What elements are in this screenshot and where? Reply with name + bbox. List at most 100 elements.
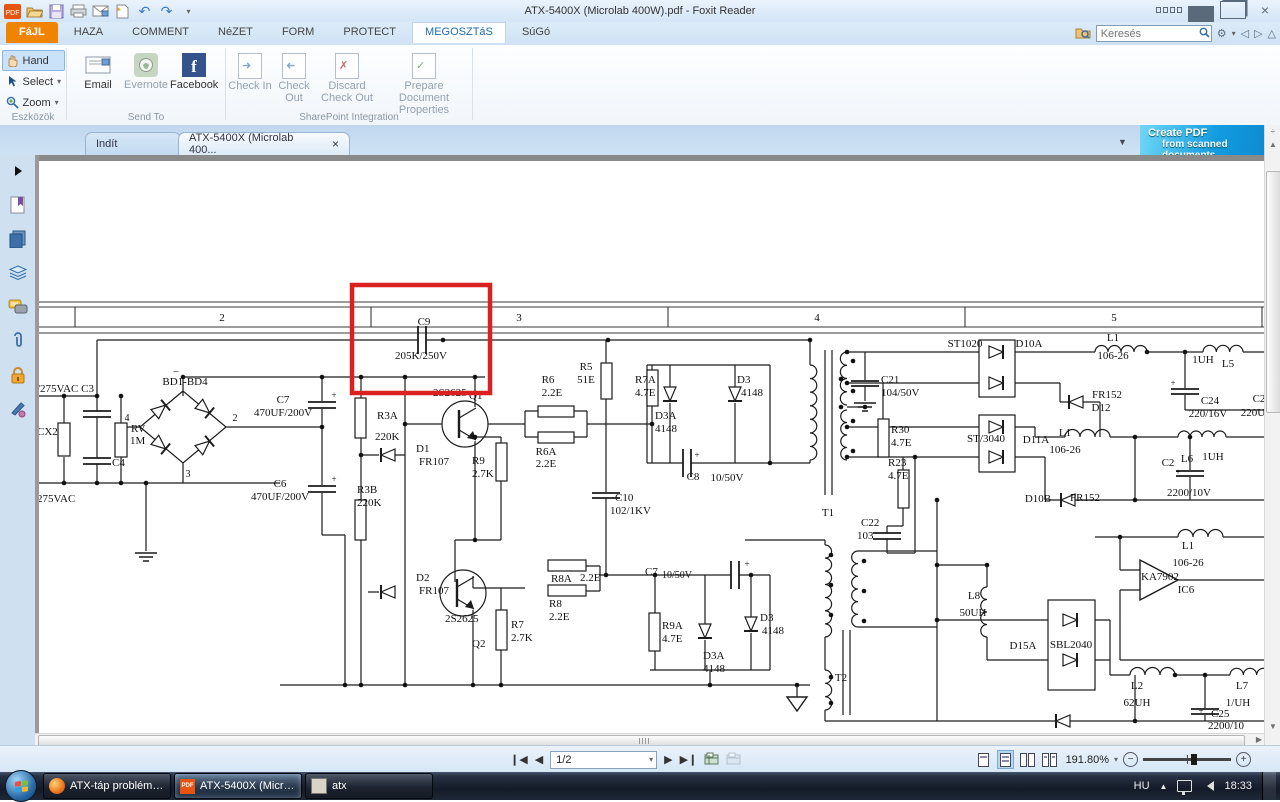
foxit-logo-icon[interactable]: PDF <box>3 3 22 20</box>
layers-icon[interactable] <box>8 263 28 283</box>
tab-file[interactable]: FáJL <box>6 22 58 43</box>
clock[interactable]: 18:33 <box>1224 780 1252 792</box>
close-button[interactable]: × <box>1252 2 1278 18</box>
taskbar-item-atx[interactable]: atx <box>305 773 433 799</box>
facing-view-icon[interactable] <box>1019 750 1036 769</box>
tab-comment[interactable]: COMMENT <box>119 22 202 43</box>
page-number-combo[interactable]: 1/2 ▾ <box>550 750 658 769</box>
vertical-scrollbar[interactable]: ÷ ▲ ▼ <box>1264 125 1280 745</box>
zoom-preset-caret-icon[interactable]: ▾ <box>1114 755 1118 764</box>
tab-protect[interactable]: PROTECT <box>330 22 409 43</box>
attachments-paperclip-icon[interactable] <box>8 331 28 351</box>
check-out-button[interactable]: ➜ Check Out <box>272 49 316 111</box>
doc-tab-close-icon[interactable]: × <box>332 137 339 151</box>
email-button[interactable]: Email <box>74 49 122 111</box>
scroll-up-arrow-icon[interactable]: ▲ <box>1265 138 1280 151</box>
doc-tab-start-label: Indít <box>96 138 118 150</box>
doc-tab-active-label: ATX-5400X (Microlab 400... <box>189 132 294 156</box>
language-indicator[interactable]: HU <box>1134 780 1150 792</box>
schematic-label: L1 <box>1059 427 1071 439</box>
doc-tab-list-caret-icon[interactable]: ▼ <box>1118 137 1127 147</box>
evernote-button[interactable]: Evernote <box>122 49 170 111</box>
zoom-in-button[interactable]: + <box>1236 752 1252 767</box>
taskbar-item-firefox[interactable]: ATX-táp problémák, ... <box>43 773 171 799</box>
create-pdf-ad-banner[interactable]: Create PDF from scanned documents <box>1140 125 1280 155</box>
schematic-label: 2 <box>233 413 238 424</box>
comments-icon[interactable] <box>8 297 28 317</box>
doc-tab-active[interactable]: ATX-5400X (Microlab 400... × <box>178 132 350 156</box>
tab-share[interactable]: MEGOSZTáS <box>412 22 506 43</box>
security-lock-icon[interactable] <box>8 365 28 385</box>
search-folder-icon[interactable] <box>1075 26 1091 42</box>
restore-button[interactable] <box>1220 1 1246 19</box>
schematic-label: /275VAC C3 <box>37 383 94 395</box>
digital-signature-icon[interactable] <box>8 399 28 419</box>
tab-home[interactable]: HAZA <box>61 22 116 43</box>
redo-icon[interactable]: ↷ <box>157 3 176 20</box>
schematic-label: C22 <box>861 517 879 529</box>
zoom-slider[interactable] <box>1143 754 1232 765</box>
bookmarks-icon[interactable] <box>8 195 28 215</box>
page-top-edge <box>35 155 1264 161</box>
expand-panel-arrow-icon[interactable] <box>8 161 28 181</box>
previous-page-button[interactable]: ◀ <box>535 753 543 766</box>
split-view-handle-icon[interactable]: ÷ <box>1265 125 1280 138</box>
scroll-right-arrow-icon[interactable]: ▶ <box>1256 735 1262 744</box>
tab-help[interactable]: SúGó <box>509 22 563 43</box>
switch-ui-icon[interactable] <box>1156 2 1182 18</box>
banner-line1: Create PDF <box>1148 127 1208 139</box>
qat-more-icon[interactable]: ▾ <box>179 3 198 20</box>
next-page-button[interactable]: ▶ <box>664 753 672 766</box>
last-page-button[interactable]: ▶❙ <box>680 753 698 766</box>
save-icon[interactable] <box>47 3 66 20</box>
discard-check-out-button[interactable]: ✗ Discard Check Out <box>316 49 378 111</box>
print-icon[interactable] <box>69 3 88 20</box>
check-in-button[interactable]: ➜ Check In <box>228 49 272 111</box>
search-input[interactable] <box>1095 25 1212 42</box>
prepare-document-properties-button[interactable]: ✓ Prepare Document Properties <box>378 49 470 116</box>
collapse-ribbon-icon[interactable]: △ <box>1268 27 1276 40</box>
document-canvas[interactable]: 2 3 4 5 C9 205K/250V/275VAC C3 CX2 RV 1M C4 275VAC… <box>35 155 1264 733</box>
select-tool-button[interactable]: Select ▾ <box>2 71 65 92</box>
search-settings-caret-icon[interactable]: ▾ <box>1232 29 1236 38</box>
speaker-icon[interactable] <box>1202 781 1215 791</box>
single-page-view-icon[interactable] <box>975 750 992 769</box>
schematic-label: R9 <box>472 455 485 467</box>
tab-view[interactable]: NéZET <box>205 22 266 43</box>
continuous-view-icon[interactable] <box>997 750 1014 769</box>
zoom-out-button[interactable]: − <box>1123 752 1139 767</box>
first-page-button[interactable]: ❙◀ <box>510 753 528 766</box>
email-icon[interactable] <box>91 3 110 20</box>
open-folder-icon[interactable] <box>25 3 44 20</box>
doc-tab-start[interactable]: Indít <box>85 132 181 155</box>
start-button[interactable] <box>5 770 37 802</box>
hand-tool-button[interactable]: Hand <box>1 50 65 71</box>
vertical-scrollbar-thumb[interactable] <box>1266 171 1280 413</box>
hidden-icons-arrow-icon[interactable]: ▲ <box>1160 782 1168 791</box>
minimize-button[interactable] <box>1188 2 1214 22</box>
tab-form[interactable]: FORM <box>269 22 327 43</box>
taskbar-item-foxit[interactable]: PDF ATX-5400X (Microla... <box>174 773 302 799</box>
group-send-to-label: Send To <box>127 112 165 123</box>
network-icon[interactable] <box>1177 780 1193 795</box>
show-desktop-button[interactable] <box>1262 772 1276 800</box>
zoom-slider-thumb[interactable] <box>1190 754 1197 765</box>
continuous-facing-view-icon[interactable] <box>1041 750 1058 769</box>
zoom-tool-button[interactable]: Zoom ▾ <box>2 92 65 113</box>
scroll-down-arrow-icon[interactable]: ▼ <box>1265 720 1280 733</box>
facebook-button[interactable]: f Facebook <box>170 49 218 111</box>
snapshot-icon[interactable] <box>704 752 719 768</box>
schematic-label: C8 <box>687 471 700 483</box>
schematic-label: L6 <box>1181 453 1194 465</box>
schematic-label: C10 <box>615 492 634 504</box>
search-settings-gear-icon[interactable]: ⚙ <box>1217 27 1227 40</box>
clipboard-icon[interactable] <box>726 752 741 768</box>
undo-icon[interactable]: ↶ <box>135 3 154 20</box>
email-label: Email <box>84 79 112 91</box>
new-document-icon[interactable] <box>113 3 132 20</box>
find-next-icon[interactable]: ▷ <box>1254 27 1262 40</box>
schematic-label: L2 <box>1131 680 1143 692</box>
schematic-label: D10A <box>1016 338 1043 350</box>
pages-thumbnails-icon[interactable] <box>8 229 28 249</box>
find-previous-icon[interactable]: ◁ <box>1241 27 1249 40</box>
